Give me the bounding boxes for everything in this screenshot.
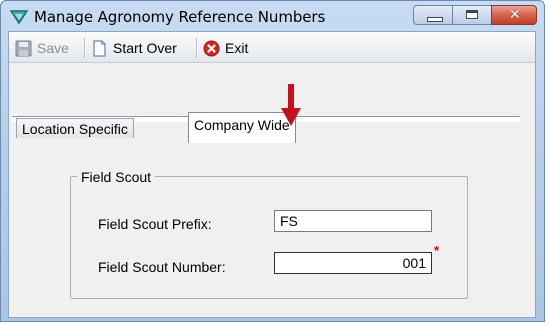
field-scout-number-label: Field Scout Number:	[98, 259, 226, 275]
page-icon	[93, 40, 106, 56]
close-button[interactable]: ✕	[491, 5, 537, 25]
exit-x-icon	[203, 40, 220, 56]
field-scout-prefix-label: Field Scout Prefix:	[98, 216, 212, 232]
title-bar[interactable]: Manage Agronomy Reference Numbers ✕	[1, 1, 544, 31]
toolbar-separator	[84, 38, 85, 58]
tab-location-specific-label: Location Specific	[22, 121, 128, 137]
field-scout-number-input[interactable]	[274, 252, 432, 274]
field-scout-prefix-input[interactable]	[274, 210, 432, 232]
minimize-icon	[427, 17, 443, 22]
save-button[interactable]: Save	[15, 37, 69, 59]
exit-label: Exit	[225, 40, 249, 56]
save-label: Save	[37, 40, 69, 56]
required-indicator: *	[434, 243, 440, 258]
maximize-button[interactable]	[452, 5, 492, 25]
window-title: Manage Agronomy Reference Numbers	[34, 8, 326, 26]
app-funnel-icon	[10, 10, 28, 25]
field-scout-group	[70, 176, 468, 299]
toolbar-separator	[196, 38, 197, 58]
save-disk-icon	[15, 40, 32, 56]
tab-location-specific[interactable]: Location Specific	[16, 118, 134, 138]
field-scout-group-label: Field Scout	[77, 169, 156, 185]
close-icon: ✕	[509, 7, 521, 23]
start-over-label: Start Over	[113, 40, 177, 56]
pointer-arrow-icon	[281, 84, 301, 126]
maximize-icon	[466, 10, 478, 19]
minimize-button[interactable]	[413, 5, 453, 25]
exit-button[interactable]: Exit	[203, 37, 248, 59]
tab-company-wide-label: Company Wide	[194, 117, 290, 133]
toolbar: Save Start Over Exit	[9, 32, 535, 63]
start-over-button[interactable]: Start Over	[91, 37, 177, 59]
caption-buttons: ✕	[413, 5, 537, 25]
